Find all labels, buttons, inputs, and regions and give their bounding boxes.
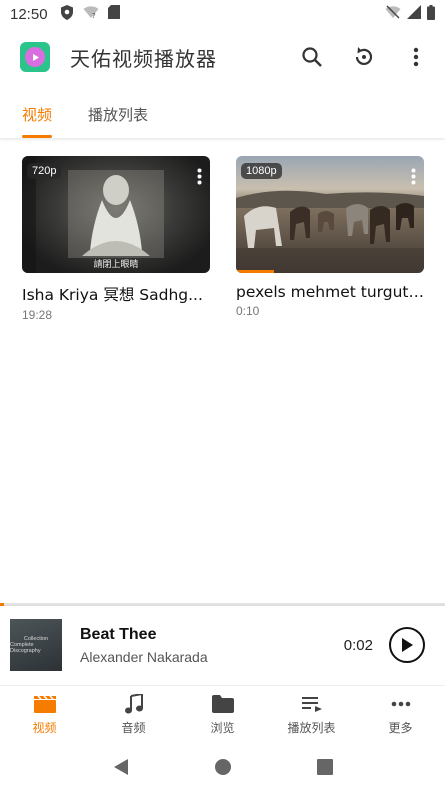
status-bar: 12:50 ? <box>0 0 445 28</box>
nav-label: 浏览 <box>210 721 235 735</box>
recents-square-icon <box>316 759 333 775</box>
tab-playlist[interactable]: 播放列表 <box>88 90 148 138</box>
nav-label: 音频 <box>121 721 146 735</box>
track-title: Beat Thee <box>80 625 157 643</box>
video-grid: 720p 請閉上眼睛 Isha Kriya 冥想 Sadhg... 19:28 … <box>22 156 424 322</box>
refresh-icon <box>355 47 373 66</box>
more-options-button[interactable] <box>401 42 431 72</box>
nav-item-more[interactable]: 更多 <box>356 686 445 743</box>
album-art-sublabel: Complete Discography <box>10 642 41 654</box>
home-circle-icon <box>214 759 231 775</box>
more-vert-icon <box>413 47 419 67</box>
app-logo-icon <box>20 42 50 72</box>
app-bar: 天佑视频播放器 <box>0 28 445 86</box>
bottom-navigation: 视频 音频 浏览 播放列表 更多 <box>0 685 445 743</box>
more-vert-icon <box>411 168 416 185</box>
nav-label: 视频 <box>32 721 57 735</box>
nav-item-playlist[interactable]: 播放列表 <box>267 686 356 743</box>
music-note-icon <box>124 693 143 715</box>
video-subtitle-caption: 請閉上眼睛 <box>93 260 139 270</box>
video-duration: 19:28 <box>22 308 53 322</box>
video-title: Isha Kriya 冥想 Sadhg... <box>22 286 203 304</box>
cell-signal-icon <box>407 5 421 23</box>
nav-label: 更多 <box>388 721 413 735</box>
nav-label: 播放列表 <box>287 721 336 735</box>
video-more-button[interactable] <box>411 168 416 189</box>
home-button[interactable] <box>214 758 232 780</box>
album-art: Collection Complete Discography <box>10 619 62 671</box>
search-button[interactable] <box>297 42 327 72</box>
system-navigation-bar <box>0 743 445 795</box>
video-thumbnail: 1080p <box>236 156 424 273</box>
video-duration: 0:10 <box>236 304 260 318</box>
track-time: 0:02 <box>343 636 373 654</box>
battery-icon <box>427 4 435 24</box>
video-card[interactable]: 1080p pexels mehmet turgut ... 0:10 <box>236 156 424 322</box>
movie-clapper-icon <box>33 693 56 715</box>
folder-icon <box>211 693 234 715</box>
wifi-question-icon: ? <box>83 5 99 23</box>
tab-bar: 视频 播放列表 <box>0 90 445 138</box>
app-title: 天佑视频播放器 <box>70 46 217 71</box>
nav-item-browse[interactable]: 浏览 <box>178 686 267 743</box>
play-button[interactable] <box>389 627 425 663</box>
playlist-icon <box>301 693 322 715</box>
more-horiz-icon <box>391 693 411 715</box>
resolution-badge: 720p <box>27 163 62 179</box>
nav-item-video[interactable]: 视频 <box>0 686 89 743</box>
search-icon <box>302 47 322 67</box>
status-time: 12:50 <box>10 5 48 23</box>
video-card[interactable]: 720p 請閉上眼睛 Isha Kriya 冥想 Sadhg... 19:28 <box>22 156 210 322</box>
resolution-badge: 1080p <box>241 163 282 179</box>
shield-icon <box>60 4 74 24</box>
mini-player[interactable]: Collection Complete Discography Beat The… <box>0 606 445 684</box>
more-vert-icon <box>197 168 202 185</box>
sd-card-icon <box>107 5 120 23</box>
nav-item-audio[interactable]: 音频 <box>89 686 178 743</box>
video-more-button[interactable] <box>197 168 202 189</box>
recents-button[interactable] <box>316 759 333 779</box>
video-watch-progress <box>236 270 274 273</box>
tab-video[interactable]: 视频 <box>22 90 53 138</box>
play-icon <box>402 638 413 652</box>
track-artist: Alexander Nakarada <box>80 648 208 665</box>
refresh-button[interactable] <box>349 42 379 72</box>
video-thumbnail: 720p 請閉上眼睛 <box>22 156 210 273</box>
svg-text:?: ? <box>92 12 96 19</box>
back-button[interactable] <box>113 758 129 780</box>
video-title: pexels mehmet turgut ... <box>236 283 424 301</box>
wifi-off-icon <box>385 5 401 23</box>
back-triangle-icon <box>113 759 128 775</box>
